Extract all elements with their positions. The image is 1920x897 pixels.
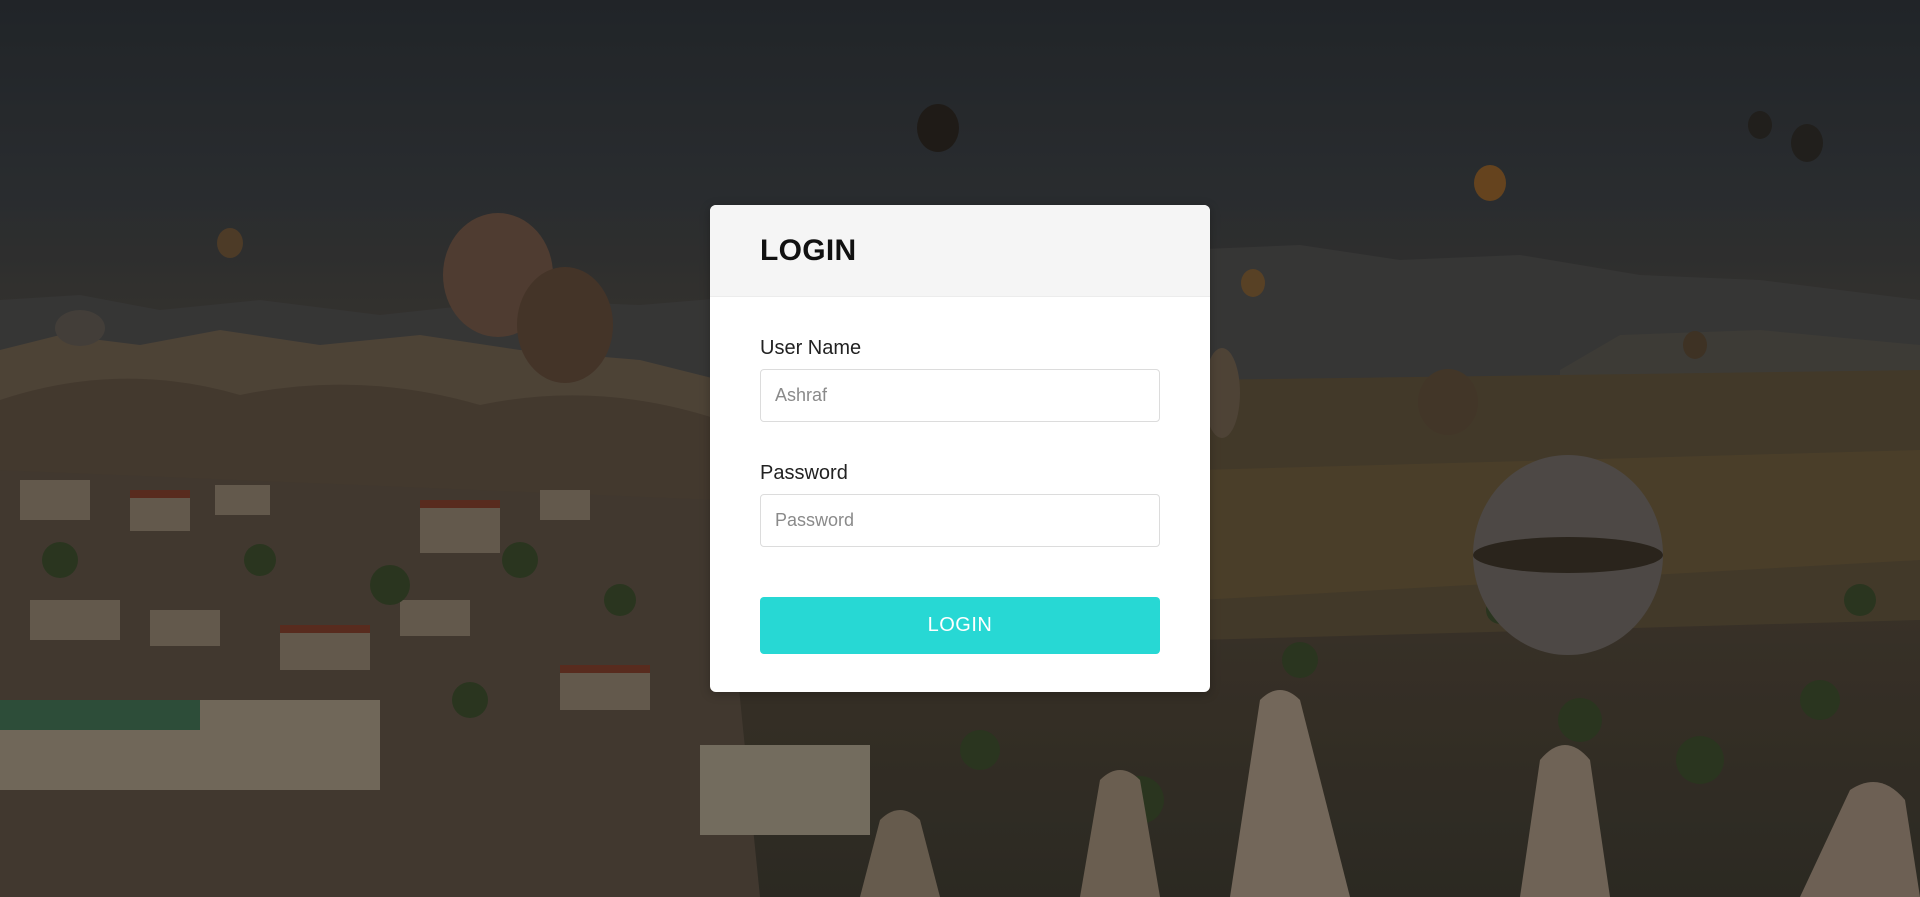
password-label: Password (760, 462, 848, 484)
password-input[interactable] (760, 494, 1160, 547)
username-label: User Name (760, 337, 862, 359)
login-card-header: LOGIN (710, 205, 1210, 297)
username-input[interactable] (760, 369, 1160, 422)
login-title: LOGIN (760, 233, 857, 267)
login-button[interactable]: LOGIN (760, 597, 1160, 654)
login-form: User Name Password LOGIN (710, 297, 1210, 654)
login-card: LOGIN User Name Password LOGIN (710, 205, 1210, 692)
